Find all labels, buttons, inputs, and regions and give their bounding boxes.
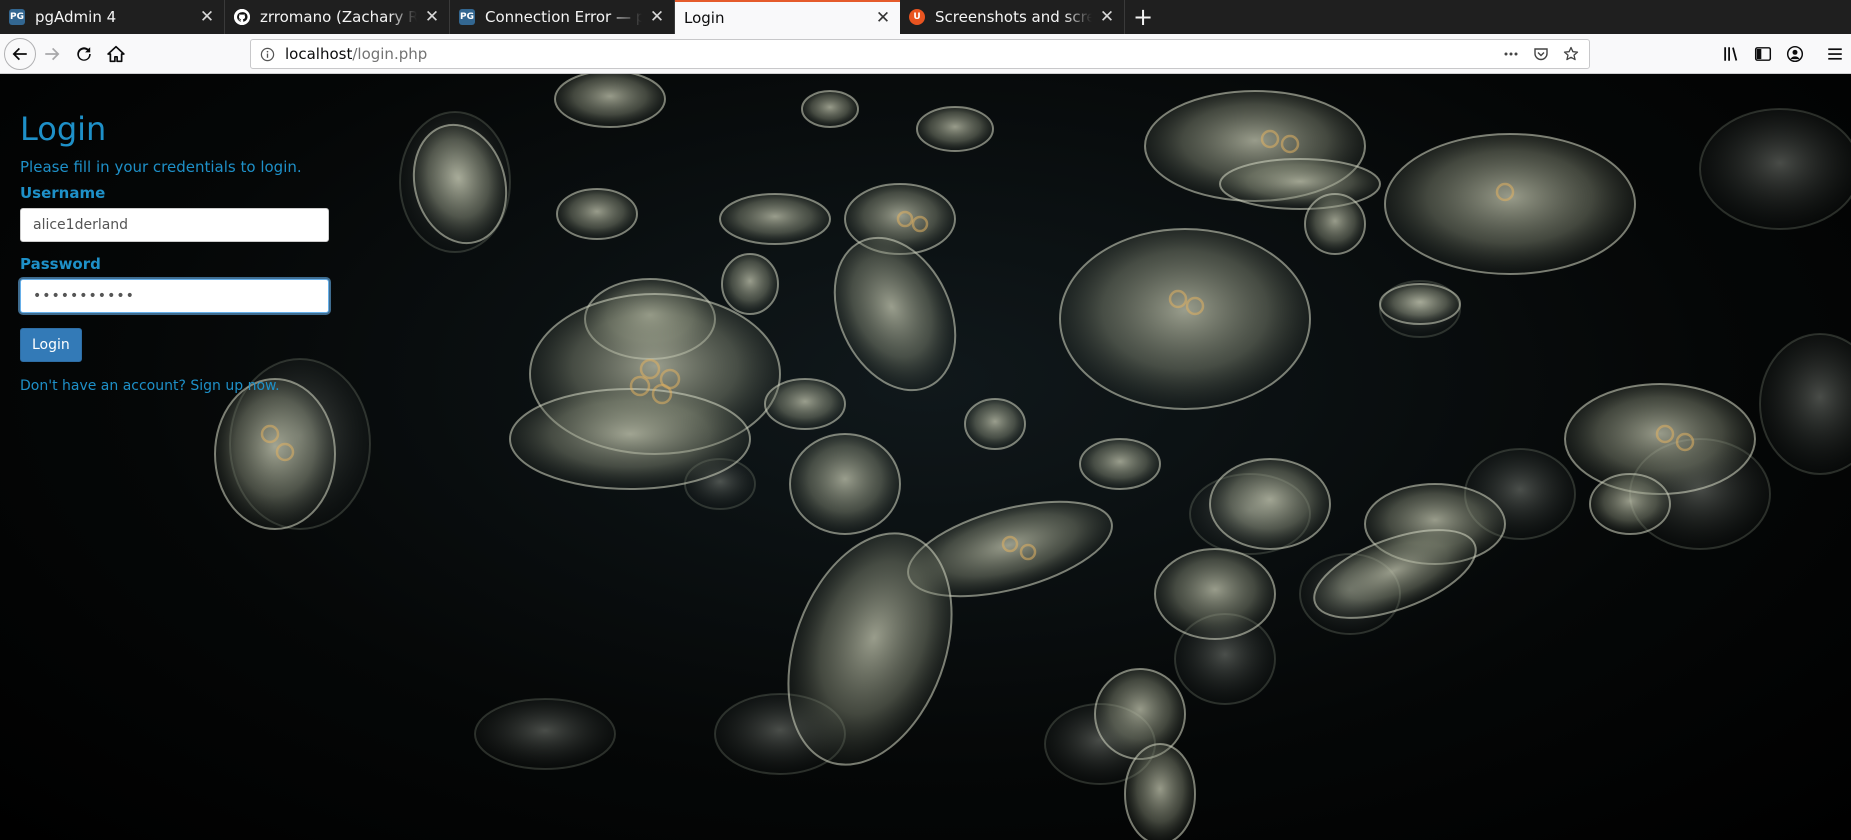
signup-text: Don't have an account? Sign up now. <box>20 378 340 394</box>
home-button[interactable] <box>100 38 132 70</box>
url-path: /login.php <box>352 45 428 63</box>
signup-link[interactable]: Sign up now. <box>190 378 279 394</box>
username-field[interactable] <box>20 208 329 242</box>
tab-title: Connection Error — pgAdmin 4 <box>485 8 642 26</box>
close-tab-icon[interactable]: ✕ <box>1098 7 1116 27</box>
forward-arrow-icon <box>45 47 60 60</box>
library-icon <box>1724 47 1738 61</box>
tab-github[interactable]: zrromano (Zachary Romano) ✕ <box>225 0 450 34</box>
reload-button[interactable] <box>68 38 100 70</box>
page-content: Login Please fill in your credentials to… <box>0 74 1851 840</box>
url-bar[interactable]: localhost/login.php <box>250 39 1590 69</box>
back-arrow-icon <box>12 47 27 60</box>
login-description: Please fill in your credentials to login… <box>20 158 302 176</box>
url-host: localhost <box>285 45 353 63</box>
login-form: Login Please fill in your credentials to… <box>20 110 340 394</box>
home-icon <box>107 45 125 62</box>
toolbar-right <box>1715 38 1851 70</box>
tab-screenshots[interactable]: U Screenshots and screencasts ✕ <box>900 0 1125 34</box>
menu-button[interactable] <box>1819 38 1851 70</box>
github-favicon-icon <box>234 9 250 25</box>
password-label: Password <box>20 255 101 273</box>
close-tab-icon[interactable]: ✕ <box>648 7 666 27</box>
password-field[interactable] <box>20 279 329 313</box>
navigation-toolbar: localhost/login.php <box>0 34 1851 74</box>
reload-icon <box>77 46 91 61</box>
page-title: Login <box>20 110 107 148</box>
close-tab-icon[interactable]: ✕ <box>874 8 892 28</box>
account-icon <box>1786 45 1804 63</box>
account-button[interactable] <box>1779 38 1811 70</box>
signup-prefix: Don't have an account? <box>20 378 191 394</box>
url-actions <box>1501 44 1581 64</box>
sidebar-button[interactable] <box>1747 38 1779 70</box>
pocket-icon[interactable] <box>1531 44 1551 64</box>
pgadmin-favicon-icon: PG <box>9 9 25 25</box>
username-label: Username <box>20 184 106 202</box>
hamburger-menu-icon <box>1828 48 1842 60</box>
tab-bar: PG pgAdmin 4 ✕ zrromano (Zachary Romano)… <box>0 0 1851 34</box>
login-button[interactable]: Login <box>20 328 82 362</box>
ubuntu-favicon-icon: U <box>909 9 925 25</box>
tab-title: Screenshots and screencasts <box>935 8 1092 26</box>
page-actions-icon[interactable] <box>1501 44 1521 64</box>
new-tab-button[interactable]: + <box>1125 0 1161 34</box>
forward-button[interactable] <box>36 38 68 70</box>
info-icon[interactable] <box>259 46 275 62</box>
tab-title: pgAdmin 4 <box>35 8 117 26</box>
tab-login[interactable]: Login ✕ <box>675 0 900 34</box>
sidebar-icon <box>1754 47 1772 61</box>
bookmark-star-icon[interactable] <box>1561 44 1581 64</box>
close-tab-icon[interactable]: ✕ <box>423 7 441 27</box>
library-button[interactable] <box>1715 38 1747 70</box>
tab-title: Login <box>684 9 725 27</box>
back-button[interactable] <box>4 37 36 70</box>
tab-title: zrromano (Zachary Romano) <box>260 8 417 26</box>
tab-connection-error[interactable]: PG Connection Error — pgAdmin 4 ✕ <box>450 0 675 34</box>
tab-pgadmin[interactable]: PG pgAdmin 4 ✕ <box>0 0 225 34</box>
close-tab-icon[interactable]: ✕ <box>198 7 216 27</box>
pgadmin-favicon-icon: PG <box>459 9 475 25</box>
